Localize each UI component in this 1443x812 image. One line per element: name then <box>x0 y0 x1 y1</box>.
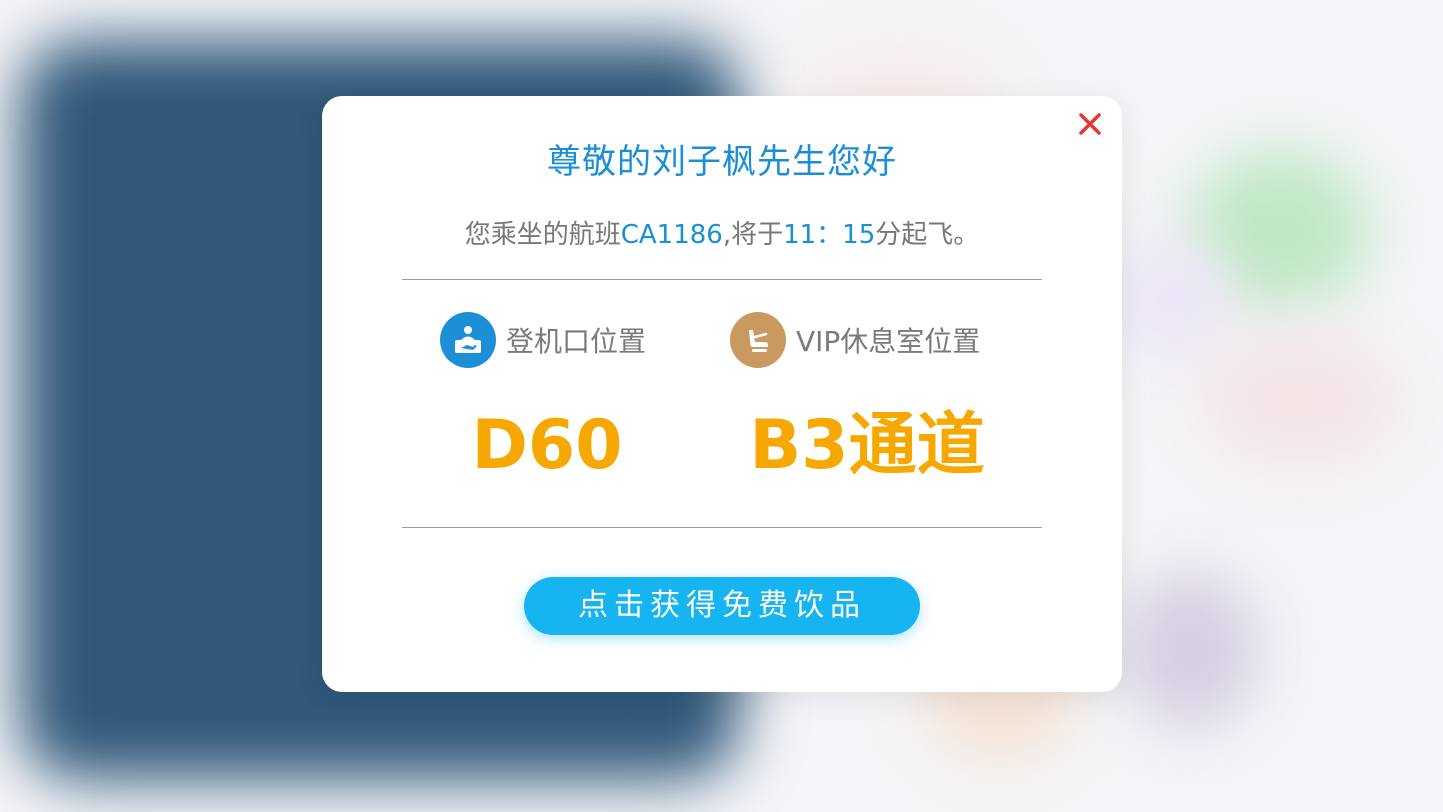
gate-value: D60 <box>471 406 623 485</box>
flight-number: CA1186 <box>620 220 723 250</box>
gate-label: 登机口位置 <box>506 325 647 358</box>
vip-seat-icon <box>730 312 786 368</box>
greeting-title: 尊敬的刘子枫先生您好 <box>547 142 897 182</box>
departure-time: 11：15 <box>783 220 876 250</box>
flight-text-suffix: 分起飞。 <box>875 220 980 250</box>
flight-info-text: 您乘坐的航班CA1186,将于11：15分起飞。 <box>322 214 1122 251</box>
flight-text-middle: ,将于 <box>722 220 784 250</box>
lounge-label: VIP休息室位置 <box>796 325 981 358</box>
flight-text-prefix: 您乘坐的航班 <box>464 220 621 250</box>
divider-bottom <box>402 527 1042 528</box>
boarding-gate-icon <box>440 312 496 368</box>
free-drink-button[interactable]: 点击获得免费饮品 <box>524 577 920 635</box>
divider-top <box>402 279 1042 280</box>
background-blur-shape <box>1110 240 1230 360</box>
gate-header: 登机口位置 <box>440 312 646 368</box>
flight-info-dialog: 尊敬的刘子枫先生您好 您乘坐的航班CA1186,将于11：15分起飞。 登机口位… <box>322 96 1122 692</box>
background-blur-shape <box>1200 330 1400 470</box>
lounge-header: VIP休息室位置 <box>730 312 980 368</box>
lounge-value: B3通道 <box>749 406 985 485</box>
background-blur-shape <box>1120 570 1260 730</box>
